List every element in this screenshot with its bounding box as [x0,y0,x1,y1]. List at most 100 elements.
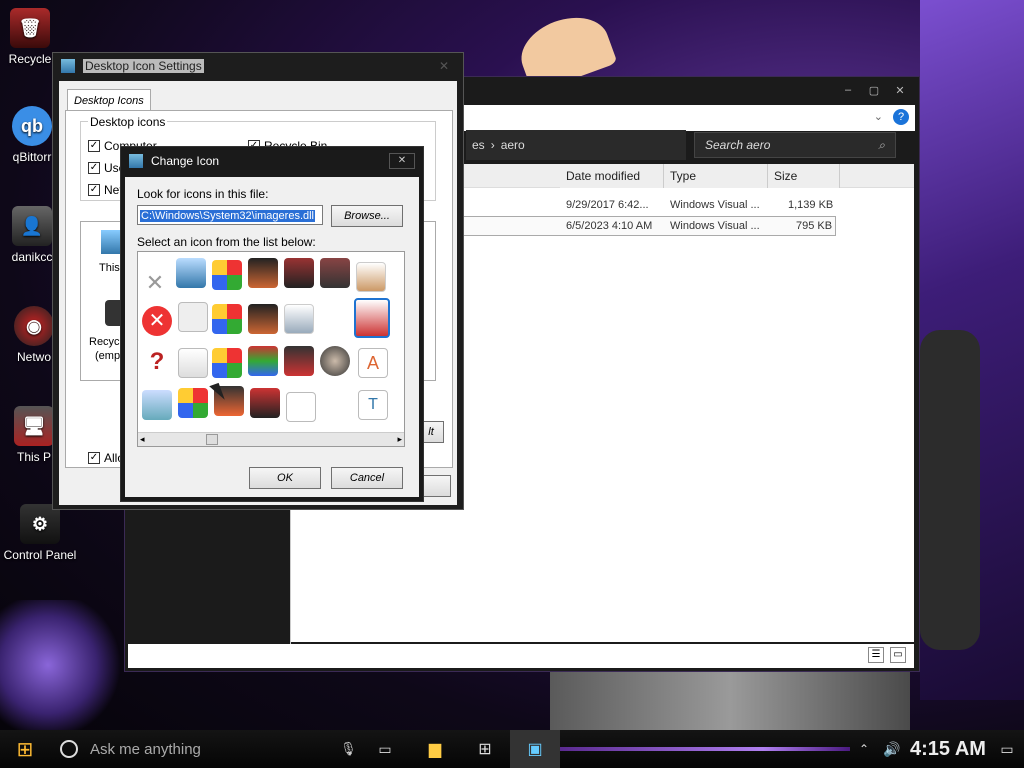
cancel-button[interactable]: Cancel [331,467,403,489]
computer-icon: 🖥 [14,406,54,446]
volume-icon[interactable]: 🔊 [878,730,906,768]
clock[interactable]: 4:15 AM [906,730,990,768]
control-panel-taskbar-icon[interactable]: ▣ [510,730,560,768]
book-icon[interactable] [250,388,280,418]
dialog-body: Look for icons in this file: C:\Windows\… [125,177,419,497]
picture-icon[interactable] [356,262,386,292]
file-explorer-taskbar-icon[interactable]: ▆ [410,730,460,768]
desktop-icon-label: This P [16,450,51,464]
display-icon[interactable] [248,258,278,288]
show-hidden-icons-button[interactable]: ⌃ [850,730,878,768]
column-header-date[interactable]: Date modified [560,164,664,188]
programs-icon[interactable] [212,304,242,334]
dialog-titlebar: Change Icon ✕ [121,147,423,175]
details-view-icon[interactable]: ☰ [868,647,884,663]
screen-icon[interactable] [142,390,172,420]
browse-button[interactable]: Browse... [331,205,403,227]
desktop-icon-label: Control Panel [3,548,77,562]
cortana-icon [60,740,78,758]
user-folder-icon: 👤 [12,206,52,246]
file-path-input[interactable]: C:\Windows\System32\imageres.dll [137,205,323,225]
microphone-icon[interactable]: 🎙 [340,741,357,757]
help-icon[interactable]: ? [893,109,909,125]
address-bar[interactable]: es › aero [466,130,686,160]
look-for-label: Look for icons in this file: [137,187,269,201]
wallpaper-figure [550,670,910,730]
task-view-button[interactable]: ▭ [360,730,410,768]
column-header-size[interactable]: Size [768,164,840,188]
wallpaper-glow [0,600,120,730]
presentation-icon[interactable] [178,348,208,378]
help-question-icon[interactable]: ? [142,348,172,378]
desktop-icon-label: Netwo [16,350,51,364]
breadcrumb-prefix[interactable]: es [472,138,485,152]
user-accounts-icon-selected[interactable] [354,298,390,338]
icon-list[interactable]: ✕ ✕ ? A T ◂ ▸ [137,251,405,447]
chevron-down-icon[interactable]: ⌄ [874,110,883,123]
wallpaper-purple-band [920,0,1024,700]
large-icons-view-icon[interactable]: ▭ [890,647,906,663]
programs-icon[interactable] [212,348,242,378]
file-list [458,188,914,642]
desktop-icon-control-panel[interactable]: ⚙ Control Panel [0,504,80,562]
desktop-icon-label: qBittorr [12,150,52,164]
programs-icon[interactable] [212,260,242,290]
cortana-search-box[interactable]: Ask me anything 🎙 [50,730,360,768]
x-icon[interactable]: ✕ [140,270,170,300]
desktop-icon-label: danikcc [11,250,53,264]
blocks-icon[interactable] [248,346,278,376]
dialog-titlebar: Desktop Icon Settings ✕ [53,53,463,79]
error-icon[interactable]: ✕ [142,306,172,336]
dialog-title: Desktop Icon Settings [83,59,204,73]
text-file-icon[interactable] [178,302,208,332]
group-label: Desktop icons [88,115,168,129]
preview-label: This [99,262,120,274]
control-panel-icon: ⚙ [20,504,60,544]
album-icon[interactable] [320,258,350,288]
font-icon[interactable]: A [358,348,388,378]
photo-icon[interactable] [284,258,314,288]
wallpaper-dark-shape [920,330,980,650]
qbittorrent-icon: qb [12,106,52,146]
breadcrumb-separator-icon: › [490,138,495,152]
recycle-bin-icon: 🗑 [10,8,50,48]
ribbon-bar: ⌄ ? [463,105,915,131]
globe-icon[interactable] [320,346,350,376]
search-input[interactable]: Search aero ⌕ [694,132,896,158]
dialog-title: Change Icon [151,154,220,168]
tab-desktop-icons[interactable]: Desktop Icons [67,89,151,111]
row-size: 795 KB [796,220,833,232]
action-center-icon[interactable]: ▭ [990,730,1024,768]
scroll-left-icon[interactable]: ◂ [140,434,145,445]
programs-icon[interactable] [178,388,208,418]
monitor-icon[interactable] [176,258,206,288]
maximize-button[interactable]: ▢ [861,81,887,99]
search-icon: ⌕ [878,137,885,152]
breadcrumb-current[interactable]: aero [501,138,525,152]
store-taskbar-icon[interactable]: ⊞ [460,730,510,768]
select-icon-label: Select an icon from the list below: [137,235,316,249]
minimize-button[interactable]: – [835,81,861,99]
preview-label: (emp [95,350,121,362]
task-list-icon[interactable] [284,304,314,334]
list-icon[interactable] [286,392,316,422]
scrollbar-thumb[interactable] [206,434,218,445]
row-type: Windows Visual ... [670,220,760,232]
start-button[interactable]: ⊞ [0,730,50,768]
row-date: 9/29/2017 6:42... [566,199,649,211]
close-icon[interactable]: ✕ [389,153,415,169]
horizontal-scrollbar[interactable]: ◂ ▸ [138,432,404,446]
column-header-type[interactable]: Type [664,164,768,188]
ok-button[interactable]: OK [249,467,321,489]
network-checkbox[interactable]: ✓ Net [88,183,123,197]
display-icon[interactable] [248,304,278,334]
scroll-right-icon[interactable]: ▸ [397,434,402,445]
close-icon[interactable]: ✕ [439,59,449,73]
search-placeholder: Ask me anything [90,740,201,758]
favorites-icon[interactable] [284,346,314,376]
window-controls: – ▢ ✕ [835,81,913,99]
text-icon[interactable]: T [358,390,388,420]
monitor-icon [61,59,75,73]
search-placeholder: Search aero [705,138,771,152]
close-button[interactable]: ✕ [887,81,913,99]
